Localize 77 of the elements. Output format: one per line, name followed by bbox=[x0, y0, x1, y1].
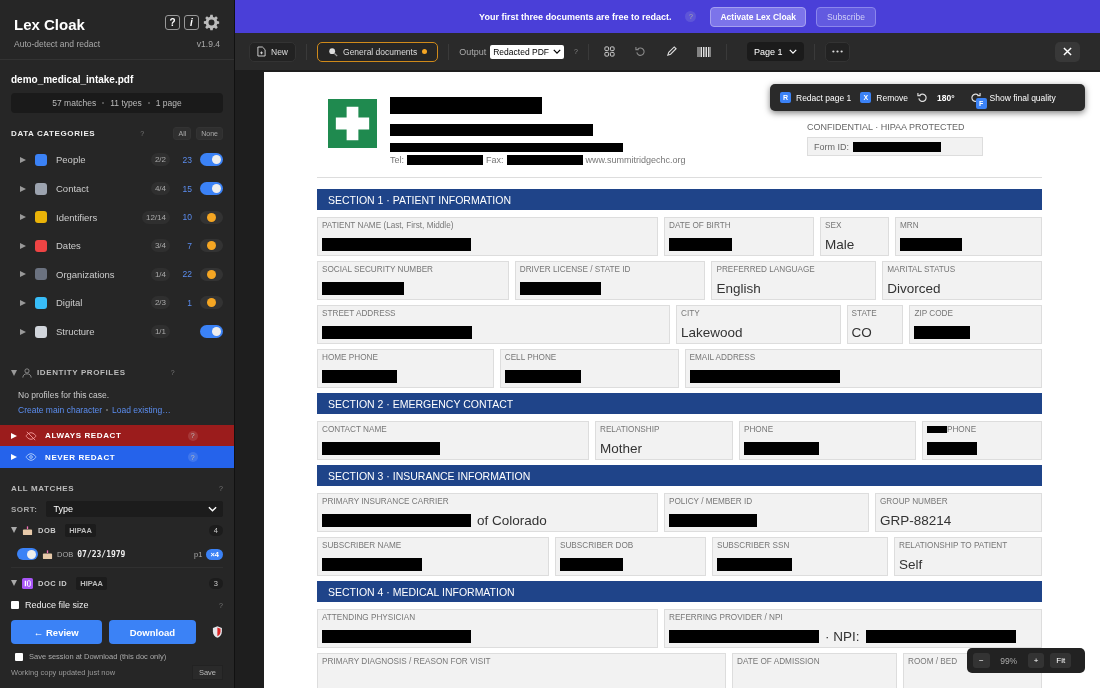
ratio-badge: 3/4 bbox=[150, 239, 170, 253]
form-field: ATTENDING PHYSICIAN bbox=[317, 609, 658, 648]
form-field: PREFERRED LANGUAGE English bbox=[711, 261, 877, 300]
tel-label: Tel: bbox=[390, 155, 404, 165]
form-field: MRN bbox=[895, 217, 1042, 256]
section-title: ALL MATCHES bbox=[11, 484, 75, 493]
fax-label: Fax: bbox=[486, 155, 504, 165]
ratio-badge: 1/4 bbox=[150, 267, 170, 281]
section-title: IDENTITY PROFILES bbox=[37, 368, 126, 378]
category-name: Identifiers bbox=[56, 211, 98, 223]
ratio-badge: 4/4 bbox=[150, 182, 170, 196]
stat-text: 1 page bbox=[155, 97, 182, 108]
form-field: PHONE bbox=[739, 421, 916, 460]
form-field: RELATIONSHIP TO PATIENT Self bbox=[894, 537, 1042, 576]
form-field: SUBSCRIBER SSN bbox=[712, 537, 888, 576]
form-field: SUBSCRIBER NAME bbox=[317, 537, 549, 576]
form-field: PHONE bbox=[922, 421, 1042, 460]
ratio-badge: 12/14 bbox=[141, 210, 170, 224]
section-header: SECTION 2 · EMERGENCY CONTACT bbox=[317, 393, 1042, 414]
category-name: Digital bbox=[56, 297, 83, 309]
website-text: www.summitridgechc.org bbox=[585, 155, 686, 165]
sort-label: SORT: bbox=[11, 504, 38, 514]
form-field: MARITAL STATUS Divorced bbox=[882, 261, 1042, 300]
category-name: People bbox=[56, 154, 86, 166]
category-name: Organizations bbox=[56, 268, 115, 280]
form-field: STATE CO bbox=[846, 305, 904, 344]
match-count: 22 bbox=[181, 269, 192, 280]
form-field: SEX Male bbox=[820, 217, 889, 256]
form-field: REFERRING PROVIDER / NPI · NPI: bbox=[664, 609, 1042, 648]
ratio-badge: 2/3 bbox=[150, 296, 170, 310]
version-label: v1.9.4 bbox=[196, 39, 220, 49]
match-count: 7 bbox=[186, 240, 192, 251]
match-count: 1 bbox=[186, 297, 192, 308]
ratio-badge: 2/2 bbox=[150, 153, 170, 167]
form-field: POLICY / MEMBER ID bbox=[664, 493, 869, 532]
confidential-notice: CONFIDENTIAL · HIPAA PROTECTED bbox=[807, 122, 966, 132]
zoom-level: 99% bbox=[999, 655, 1019, 666]
form-field: DRIVER LICENSE / STATE ID bbox=[514, 261, 706, 300]
app-subtitle: Auto-detect and redact bbox=[14, 39, 100, 49]
section-header: SECTION 3 · INSURANCE INFORMATION bbox=[317, 465, 1042, 486]
category-name: Contact bbox=[56, 183, 89, 195]
section-header: SECTION 4 · MEDICAL INFORMATION bbox=[317, 581, 1042, 602]
form-field: ZIP CODE bbox=[909, 305, 1042, 344]
section-title: DATA CATEGORIES bbox=[11, 128, 96, 138]
category-name: Structure bbox=[56, 326, 95, 337]
form-field: PRIMARY INSURANCE CARRIER of Colorado bbox=[317, 493, 658, 532]
form-field: SUBSCRIBER DOB bbox=[555, 537, 706, 576]
form-field: STREET ADDRESS bbox=[317, 305, 670, 344]
form-field: EMAIL ADDRESS bbox=[684, 349, 1042, 388]
form-field: CONTACT NAME bbox=[317, 421, 589, 460]
checkbox-label: Reduce file size bbox=[25, 600, 89, 610]
form-field: GROUP NUMBER GRP-88214 bbox=[875, 493, 1042, 532]
ratio-badge: 1/1 bbox=[150, 325, 170, 338]
form-field: PATIENT NAME (Last, First, Middle) bbox=[317, 217, 658, 256]
match-count: 23 bbox=[181, 154, 192, 165]
output-label: Output bbox=[459, 46, 487, 57]
form-field: SOCIAL SECURITY NUMBER bbox=[317, 261, 509, 300]
form-field: CITY Lakewood bbox=[676, 305, 841, 344]
match-value: 07/23/1979 bbox=[77, 549, 126, 559]
category-name: Dates bbox=[56, 240, 81, 252]
banner-text: Your first three documents are free to redact. bbox=[479, 11, 672, 22]
file-name: demo_medical_intake.pdf bbox=[10, 73, 135, 87]
stat-text: 57 matches bbox=[52, 97, 97, 108]
form-field: PRIMARY DIAGNOSIS / REASON FOR VISIT bbox=[317, 653, 726, 688]
rotation-angle: 180° bbox=[936, 92, 955, 103]
form-field: DATE OF ADMISSION bbox=[732, 653, 897, 688]
app-title: Lex Cloak bbox=[14, 16, 86, 33]
form-field: RELATIONSHIP Mother bbox=[595, 421, 733, 460]
match-count: 15 bbox=[181, 183, 192, 194]
section-header: SECTION 1 · PATIENT INFORMATION bbox=[317, 189, 1042, 210]
empty-message: No profiles for this case. bbox=[17, 388, 111, 400]
match-count: 10 bbox=[181, 212, 192, 223]
form-id-field: Form ID: bbox=[807, 137, 983, 156]
form-field: CELL PHONE bbox=[499, 349, 679, 388]
stat-text: 11 types bbox=[110, 97, 142, 108]
form-field: HOME PHONE bbox=[317, 349, 494, 388]
form-field: DATE OF BIRTH bbox=[664, 217, 814, 256]
